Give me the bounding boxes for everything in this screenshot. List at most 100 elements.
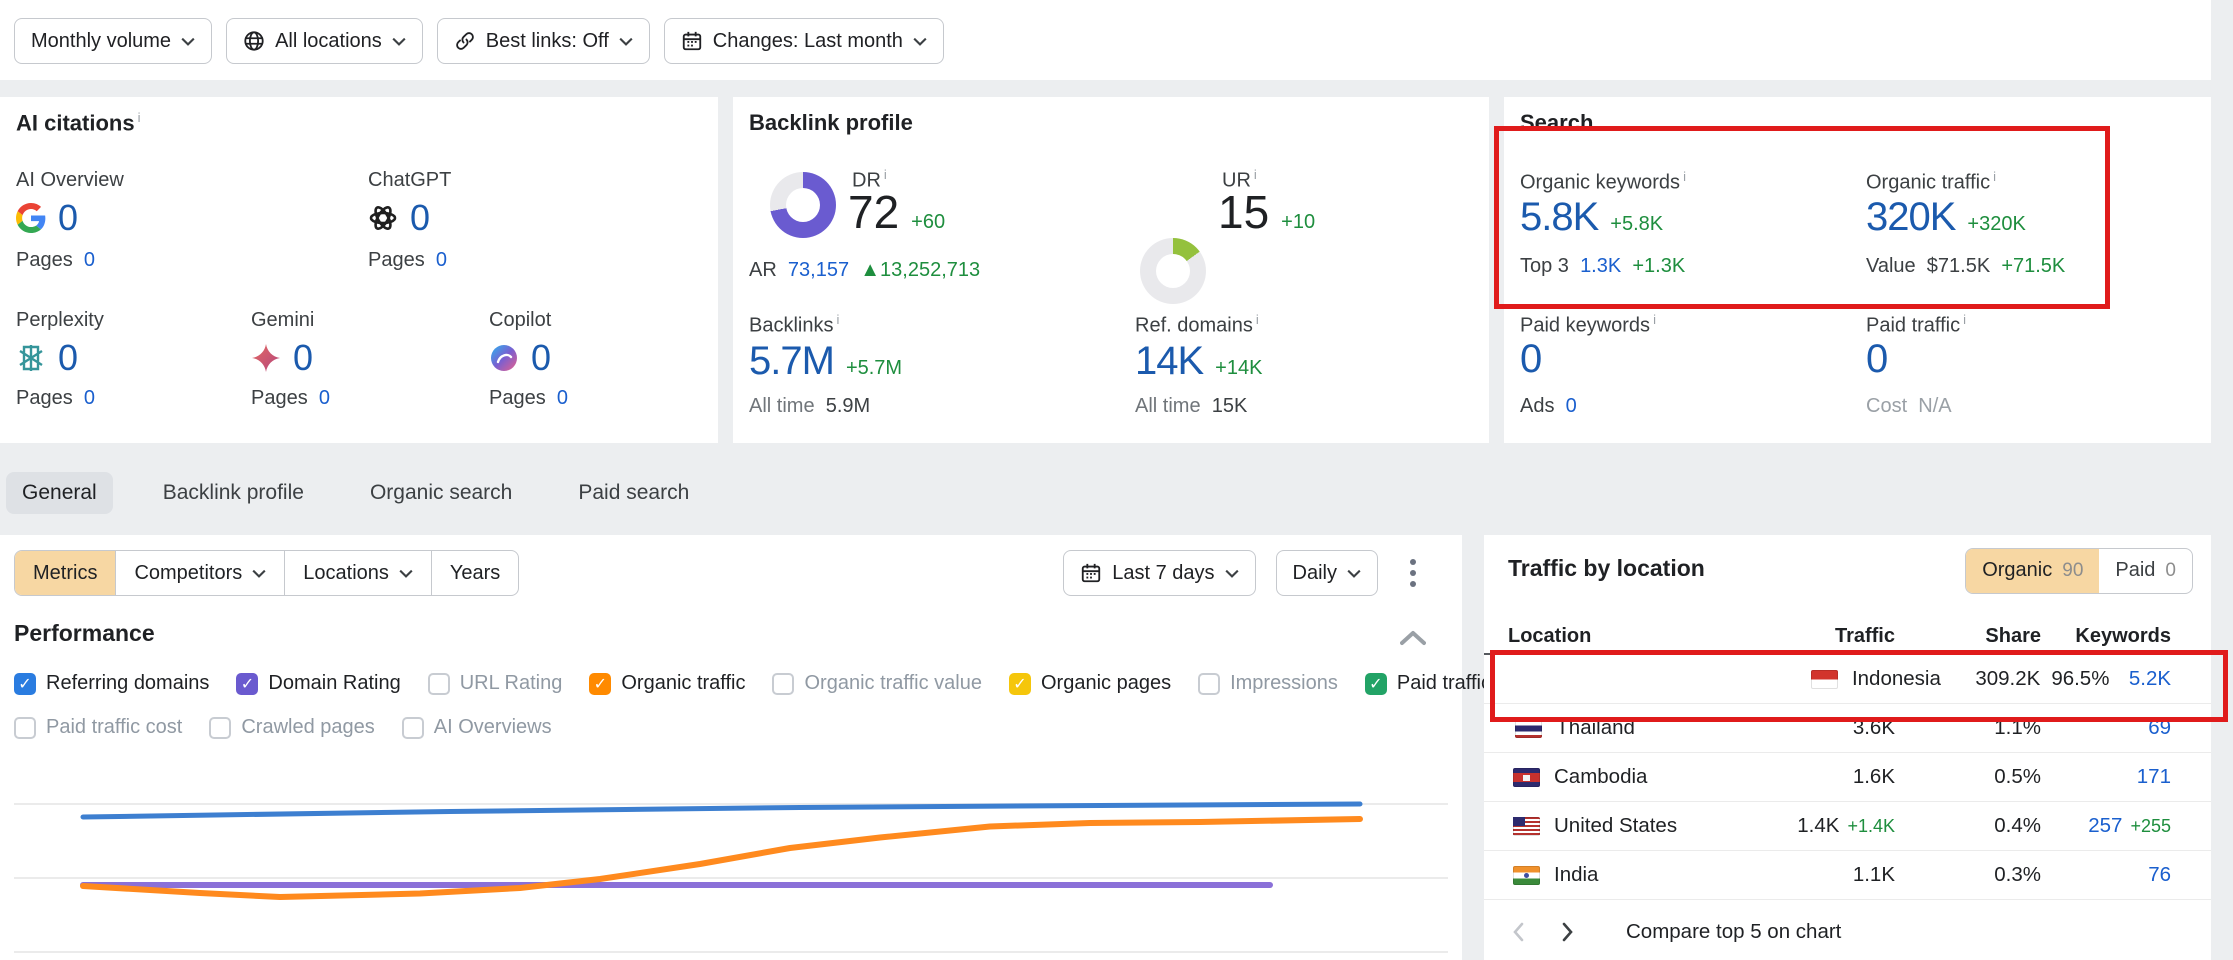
monthly-volume-dropdown[interactable]: Monthly volume <box>14 18 212 64</box>
gemini-pages-link[interactable]: 0 <box>319 387 330 409</box>
perplexity-label: Perplexity <box>16 309 104 332</box>
dr-delta: +60 <box>911 211 945 234</box>
keywords-link[interactable]: 76 <box>2148 863 2171 887</box>
globe-icon <box>243 30 265 52</box>
traffic-value: 309.2K <box>1975 667 2040 691</box>
tab-backlink-profile[interactable]: Backlink profile <box>147 472 320 514</box>
next-page-icon[interactable] <box>1558 922 1578 942</box>
segment-locations[interactable]: Locations <box>285 551 432 595</box>
segment-years[interactable]: Years <box>432 551 518 595</box>
traffic-by-location-title: Traffic by location <box>1508 555 1705 582</box>
chatgpt-pages-link[interactable]: 0 <box>436 249 447 271</box>
backlinks-alltime: All time 5.9M <box>749 395 870 418</box>
gemini-pages: Pages 0 <box>251 387 330 410</box>
collapse-section-icon[interactable] <box>1400 630 1426 646</box>
ar-value-link[interactable]: 73,157 <box>788 259 849 281</box>
chevron-down-icon <box>392 37 406 46</box>
dr-value: 72 <box>848 185 899 239</box>
checkbox-unchecked-icon <box>14 717 36 739</box>
united-states-flag-icon <box>1513 817 1540 836</box>
locations-label: All locations <box>275 30 382 53</box>
location-row-thailand[interactable]: Thailand 3.6K 1.1% 69 <box>1484 704 2211 753</box>
ref-domains-value[interactable]: 14K <box>1135 339 1203 384</box>
monthly-volume-label: Monthly volume <box>31 30 171 53</box>
location-table-header: Location Traffic Share Keywords <box>1484 619 2211 655</box>
checkbox-organic-pages[interactable]: ✓ Organic pages <box>1009 672 1171 695</box>
checkbox-paid-traffic-cost[interactable]: Paid traffic cost <box>14 716 182 739</box>
keywords-link[interactable]: 69 <box>2148 716 2171 740</box>
ref-domains-label: Ref. domainsi <box>1135 312 1259 338</box>
keywords-link[interactable]: 5.2K <box>2129 667 2171 691</box>
checkbox-organic-traffic[interactable]: ✓ Organic traffic <box>589 672 745 695</box>
referring-domains-line <box>83 804 1360 817</box>
ads-value-link[interactable]: 0 <box>1566 395 1577 417</box>
chatgpt-value: 0 <box>410 197 429 239</box>
filter-row: Monthly volume All locations Best links:… <box>14 18 944 64</box>
column-share: Share <box>1895 625 2041 648</box>
column-traffic: Traffic <box>1685 625 1895 648</box>
copilot-pages-link[interactable]: 0 <box>557 387 568 409</box>
google-icon <box>16 203 46 233</box>
tab-organic-search[interactable]: Organic search <box>354 472 528 514</box>
thailand-flag-icon <box>1515 719 1542 738</box>
performance-line-chart <box>0 755 1462 960</box>
tab-paid-search[interactable]: Paid search <box>562 472 705 514</box>
location-row-united-states[interactable]: United States 1.4K +1.4K 0.4% 257 +255 <box>1484 802 2211 851</box>
checkbox-referring-domains[interactable]: ✓ Referring domains <box>14 672 209 695</box>
chatgpt-icon <box>368 203 398 233</box>
top3-value-link[interactable]: 1.3K <box>1580 255 1621 277</box>
changes-dropdown[interactable]: Changes: Last month <box>664 18 944 64</box>
ai-overview-pages-link[interactable]: 0 <box>84 249 95 271</box>
backlinks-value[interactable]: 5.7M <box>749 339 834 384</box>
chatgpt-label: ChatGPT <box>368 169 451 192</box>
traffic-value: 1.4K <box>1797 814 1839 838</box>
share-value: 0.4% <box>1895 814 2041 838</box>
info-icon: i <box>1254 167 1257 182</box>
calendar-icon <box>681 30 703 52</box>
location-row-indonesia[interactable]: Indonesia 309.2K 96.5% 5.2K <box>1484 655 2211 704</box>
checkbox-impressions[interactable]: Impressions <box>1198 672 1338 695</box>
toggle-organic[interactable]: Organic 90 <box>1966 549 2099 593</box>
checkbox-organic-traffic-value[interactable]: Organic traffic value <box>772 672 982 695</box>
location-row-india[interactable]: India 1.1K 0.3% 76 <box>1484 851 2211 900</box>
keywords-link[interactable]: 257 <box>2088 814 2122 838</box>
cost-row: Cost N/A <box>1866 395 1952 418</box>
tab-general[interactable]: General <box>6 472 113 514</box>
location-row-cambodia[interactable]: Cambodia 1.6K 0.5% 171 <box>1484 753 2211 802</box>
chevron-down-icon <box>1225 569 1239 578</box>
checkbox-domain-rating[interactable]: ✓ Domain Rating <box>236 672 400 695</box>
cambodia-flag-icon <box>1513 768 1540 787</box>
calendar-icon <box>1080 562 1102 584</box>
compare-top5-link[interactable]: Compare top 5 on chart <box>1626 920 1841 944</box>
india-flag-icon <box>1513 866 1540 885</box>
date-range-dropdown[interactable]: Last 7 days <box>1063 550 1255 596</box>
segment-competitors[interactable]: Competitors <box>116 551 285 595</box>
checkbox-crawled-pages[interactable]: Crawled pages <box>209 716 374 739</box>
paid-traffic-value[interactable]: 0 <box>1866 337 1887 382</box>
up-triangle-icon: ▲ <box>860 259 880 281</box>
locations-dropdown[interactable]: All locations <box>226 18 423 64</box>
keywords-delta: +255 <box>2130 816 2171 837</box>
checkbox-checked-icon: ✓ <box>14 673 36 695</box>
prev-page-icon[interactable] <box>1508 922 1528 942</box>
organic-traffic-value[interactable]: 320K <box>1866 195 1955 240</box>
column-location: Location <box>1508 625 1685 648</box>
paid-keywords-value[interactable]: 0 <box>1520 337 1541 382</box>
granularity-dropdown[interactable]: Daily <box>1276 550 1378 596</box>
checkbox-ai-overviews[interactable]: AI Overviews <box>402 716 552 739</box>
chevron-down-icon <box>619 37 633 46</box>
keywords-link[interactable]: 171 <box>2137 765 2171 789</box>
checkbox-paid-traffic[interactable]: ✓ Paid traffic <box>1365 672 1491 695</box>
backlinks-delta: +5.7M <box>846 357 902 380</box>
organic-keywords-value[interactable]: 5.8K <box>1520 195 1598 240</box>
organic-keywords-label: Organic keywordsi <box>1520 169 1686 195</box>
perplexity-pages-link[interactable]: 0 <box>84 387 95 409</box>
best-links-dropdown[interactable]: Best links: Off <box>437 18 650 64</box>
checkbox-url-rating[interactable]: URL Rating <box>428 672 563 695</box>
ai-citations-card: AI citationsi AI Overview 0 Pages 0 Chat… <box>0 97 718 443</box>
segment-metrics[interactable]: Metrics <box>15 551 116 595</box>
ref-domains-alltime: All time 15K <box>1135 395 1247 418</box>
granularity-label: Daily <box>1293 562 1337 585</box>
kebab-menu-icon[interactable] <box>1398 551 1428 595</box>
toggle-paid[interactable]: Paid 0 <box>2099 549 2192 593</box>
